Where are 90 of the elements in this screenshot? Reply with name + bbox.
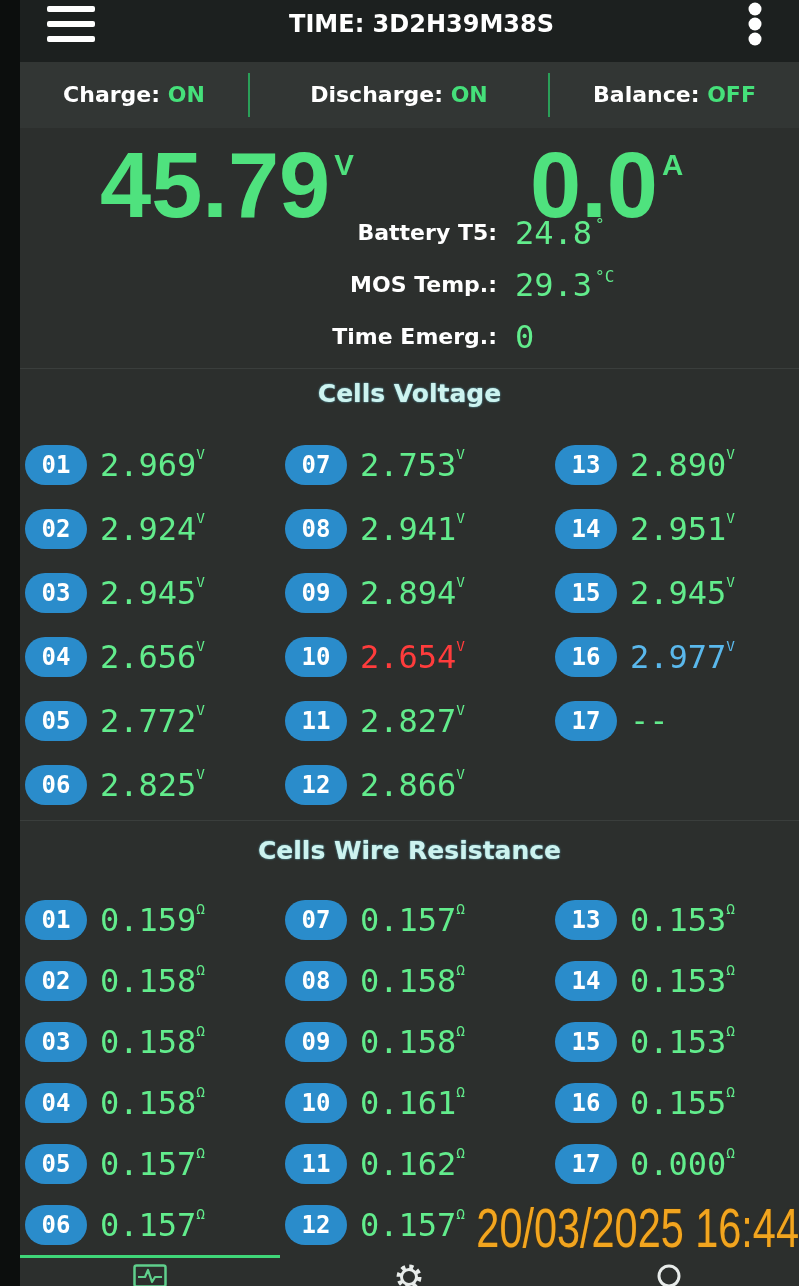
cell-resistance: 0.155$^{Ω}$ — [630, 1084, 735, 1121]
cell-number: 11 — [285, 701, 347, 741]
cell-number: 15 — [555, 1021, 617, 1062]
cell-number: 07 — [285, 899, 347, 940]
cell-number: 06 — [25, 1204, 87, 1245]
section-heading: Cells Wire Resistance — [256, 835, 563, 867]
cell-number: 13 — [555, 445, 617, 485]
cell-number: 17 — [555, 1143, 617, 1184]
cell-voltage: 2.753$^{V}$ — [360, 447, 465, 483]
cell-voltage: 2.945$^{V}$ — [630, 575, 735, 611]
cell-number: 16 — [555, 637, 617, 677]
cell-resistance: 0.157$^{Ω}$ — [100, 1145, 205, 1182]
cell-number: 11 — [285, 1143, 347, 1184]
cell-voltage: 2.825$^{V}$ — [100, 767, 205, 803]
cell-number: 08 — [285, 509, 347, 549]
nav-tab[interactable] — [20, 1255, 280, 1286]
cell-number: 14 — [555, 509, 617, 549]
cell-voltage: 2.924$^{V}$ — [100, 511, 205, 547]
cell-number: 04 — [25, 1082, 87, 1123]
status-label: Charge: — [63, 82, 161, 107]
status-label: Discharge: — [310, 82, 443, 107]
reading-value: 29.3$^{°C}$ — [515, 269, 615, 301]
cell-voltage: 2.890$^{V}$ — [630, 447, 735, 483]
cell-resistance: 0.000$^{Ω}$ — [630, 1145, 735, 1182]
section-heading: Cells Voltage — [316, 378, 503, 410]
cell-resistance: 0.162$^{Ω}$ — [360, 1145, 465, 1182]
cell-number: 07 — [285, 445, 347, 485]
reading-label: MOS Temp.: — [350, 272, 497, 298]
cell-number: 06 — [25, 765, 87, 805]
cell-voltage: 2.654$^{V}$ — [360, 639, 465, 675]
cell-resistance: 0.153$^{Ω}$ — [630, 962, 735, 999]
cell-voltage: 2.656$^{V}$ — [100, 639, 205, 675]
cell-voltage: 2.827$^{V}$ — [360, 703, 465, 739]
cell-voltage: 2.941$^{V}$ — [360, 511, 465, 547]
cell-voltage: 2.894$^{V}$ — [360, 575, 465, 611]
cell-resistance: 0.153$^{Ω}$ — [630, 1023, 735, 1060]
more-icon[interactable] — [748, 2, 762, 46]
cell-voltage: 2.945$^{V}$ — [100, 575, 205, 611]
cell-resistance: 0.158$^{Ω}$ — [360, 1023, 465, 1060]
cell-number: 14 — [555, 960, 617, 1001]
cell-number: 03 — [25, 573, 87, 613]
cell-number: 12 — [285, 1204, 347, 1245]
cell-resistance: 0.161$^{Ω}$ — [360, 1084, 465, 1121]
voltage-reading: 45.79$^{V}$ — [100, 150, 354, 220]
cell-voltage: 2.951$^{V}$ — [630, 511, 735, 547]
cell-number: 02 — [25, 509, 87, 549]
cell-number: 09 — [285, 573, 347, 613]
cell-resistance: 0.158$^{Ω}$ — [100, 1023, 205, 1060]
cell-resistance: 0.153$^{Ω}$ — [630, 901, 735, 938]
cell-number: 16 — [555, 1082, 617, 1123]
cell-number: 02 — [25, 960, 87, 1001]
cell-number: 05 — [25, 701, 87, 741]
reading-label: Time Emerg.: — [332, 324, 497, 350]
cell-resistance: 0.157$^{Ω}$ — [100, 1206, 205, 1243]
cell-number: 10 — [285, 637, 347, 677]
reading-value: 0 — [515, 321, 536, 353]
monitor-pulse-icon — [132, 1264, 167, 1286]
reading-value: 24.8$^{°}$ — [515, 217, 605, 249]
cell-voltage: 2.772$^{V}$ — [100, 703, 205, 739]
cell-voltage: 2.866$^{V}$ — [360, 767, 465, 803]
cell-voltage: -- — [630, 703, 669, 739]
cell-resistance: 0.157$^{Ω}$ — [360, 1206, 465, 1243]
cell-number: 01 — [25, 445, 87, 485]
cell-number: 04 — [25, 637, 87, 677]
cell-number: 12 — [285, 765, 347, 805]
cell-number: 01 — [25, 899, 87, 940]
cell-number: 09 — [285, 1021, 347, 1062]
cell-number: 08 — [285, 960, 347, 1001]
cell-resistance: 0.159$^{Ω}$ — [100, 901, 205, 938]
menu-icon[interactable] — [47, 6, 95, 42]
cell-number: 13 — [555, 899, 617, 940]
status-label: Balance: — [593, 82, 700, 107]
status-value: ON — [450, 82, 488, 107]
status-value: ON — [167, 82, 205, 107]
cell-voltage: 2.969$^{V}$ — [100, 447, 205, 483]
cell-number: 05 — [25, 1143, 87, 1184]
date-time-text: 20/03/2025 16:44 — [476, 1206, 799, 1250]
cell-number: 10 — [285, 1082, 347, 1123]
cell-number: 03 — [25, 1021, 87, 1062]
header-title: TIME: 3D2H39M38S — [289, 9, 554, 39]
cell-number: 17 — [555, 701, 617, 741]
reading-label: Battery T5: — [357, 220, 497, 246]
cell-voltage: 2.977$^{V}$ — [630, 639, 735, 675]
cell-resistance: 0.158$^{Ω}$ — [100, 1084, 205, 1121]
cell-resistance: 0.157$^{Ω}$ — [360, 901, 465, 938]
status-value: OFF — [707, 82, 756, 107]
gear-icon — [396, 1264, 423, 1286]
cell-resistance: 0.158$^{Ω}$ — [360, 962, 465, 999]
cell-resistance: 0.158$^{Ω}$ — [100, 962, 205, 999]
cell-number: 15 — [555, 573, 617, 613]
